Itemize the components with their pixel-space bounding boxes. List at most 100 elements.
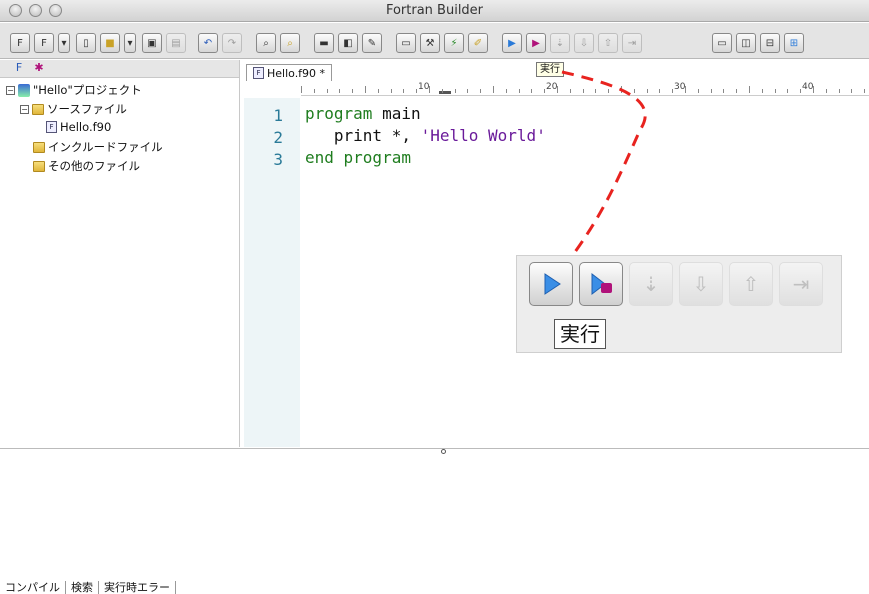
ruler-tick [569, 89, 571, 93]
ruler-tick [365, 86, 366, 93]
tree-item-source-folder[interactable]: − ソースファイル [20, 101, 127, 117]
window-icon[interactable]: ▭ [396, 33, 416, 53]
dropdown-icon[interactable]: ▾ [58, 33, 70, 53]
tree-item-hello-f90[interactable]: F Hello.f90 [46, 120, 111, 134]
open-project-icon[interactable]: F [34, 33, 54, 53]
ruler-tick [505, 89, 507, 93]
compile-icon[interactable]: ▬ [314, 33, 334, 53]
run-to-cursor-icon[interactable]: ⇥ [779, 262, 823, 306]
find-icon[interactable]: ⌕ [256, 33, 276, 53]
ruler-tick [697, 89, 699, 93]
ruler-tick [672, 89, 674, 93]
window-title: Fortran Builder [385, 3, 484, 18]
debug-run-icon[interactable]: ▶ [526, 33, 546, 53]
ruler-tick [339, 89, 341, 93]
ruler-tick [787, 89, 789, 93]
tree-tabs: F ✱ [0, 60, 239, 78]
new-project-icon[interactable]: F [10, 33, 30, 53]
tree-item-other-folder[interactable]: その他のファイル [33, 158, 140, 174]
build-icon[interactable]: ◧ [338, 33, 358, 53]
ruler-tick [582, 89, 584, 93]
wand-icon[interactable]: ⚡ [444, 33, 464, 53]
ruler-tick [377, 89, 379, 93]
zoomed-toolbar-callout: ⇣ ⇩ ⇧ ⇥ 実行 [516, 255, 842, 353]
ruler-tick [441, 89, 443, 93]
ruler-tick [544, 89, 546, 93]
print-icon[interactable]: ▤ [166, 33, 186, 53]
project-icon [18, 83, 30, 97]
layout-vertical-icon[interactable]: ◫ [736, 33, 756, 53]
editor-tab-hello-f90[interactable]: F Hello.f90 * [246, 64, 333, 81]
ruler-mark: 10 [418, 82, 430, 92]
ruler-tick [761, 89, 763, 93]
dropdown-icon[interactable]: ▾ [124, 33, 136, 53]
line-number: 1 [273, 106, 283, 125]
redo-icon[interactable]: ↷ [222, 33, 242, 53]
fortran-file-icon: F [46, 121, 57, 133]
tree-item-include-folder[interactable]: インクルードファイル [33, 139, 163, 155]
ruler-tick [531, 89, 533, 93]
step-out-icon[interactable]: ⇧ [729, 262, 773, 306]
cursor-column-marker [439, 91, 451, 94]
ruler-tick [723, 89, 725, 93]
layout-horizontal-icon[interactable]: ⊟ [760, 33, 780, 53]
code-line[interactable]: print *, 'Hello World' [305, 126, 546, 145]
ruler-tick [710, 89, 712, 93]
code-line[interactable]: end program [305, 148, 411, 167]
ruler-tick [403, 89, 405, 93]
column-ruler: 10 20 30 40 [301, 82, 869, 96]
run-icon[interactable]: ▶ [502, 33, 522, 53]
project-tab-icon[interactable]: F [10, 61, 28, 77]
fortran-file-icon: F [253, 67, 264, 79]
undo-icon[interactable]: ↶ [198, 33, 218, 53]
ruler-tick [557, 86, 558, 93]
ruler-mark: 30 [674, 82, 686, 92]
step-into-icon[interactable]: ⇩ [679, 262, 723, 306]
ruler-tick [480, 89, 482, 93]
output-panel [0, 448, 869, 594]
tab-runtime-errors[interactable]: 実行時エラー [99, 581, 176, 594]
run-to-cursor-icon[interactable]: ⇥ [622, 33, 642, 53]
save-icon[interactable]: ▣ [142, 33, 162, 53]
layout-single-icon[interactable]: ▭ [712, 33, 732, 53]
ruler-tick [813, 86, 814, 93]
ruler-mark: 20 [546, 82, 558, 92]
tab-search[interactable]: 検索 [66, 581, 99, 594]
ruler-tick [633, 89, 635, 93]
ruler-tick [825, 89, 827, 93]
step-over-icon[interactable]: ⇣ [629, 262, 673, 306]
layout-grid-icon[interactable]: ⊞ [784, 33, 804, 53]
tab-compile[interactable]: コンパイル [0, 581, 66, 594]
new-file-icon[interactable]: ▯ [76, 33, 96, 53]
code-line[interactable]: program main [305, 104, 421, 123]
zoomed-run-tooltip: 実行 [554, 319, 606, 349]
debug-run-icon[interactable] [579, 262, 623, 306]
folder-icon [33, 160, 45, 172]
run-icon[interactable] [529, 262, 573, 306]
ruler-tick [390, 89, 392, 93]
collapse-icon[interactable]: − [20, 104, 29, 114]
ruler-mark: 40 [802, 82, 814, 92]
replace-icon[interactable]: ⌕ [280, 33, 300, 53]
options-icon[interactable]: ✎ [362, 33, 382, 53]
ruler-tick [659, 89, 661, 93]
ruler-tick [774, 89, 776, 93]
collapse-icon[interactable]: − [6, 85, 15, 95]
tree-item-project[interactable]: − "Hello"プロジェクト [6, 82, 142, 98]
ruler-tick [864, 89, 866, 93]
folder-icon [32, 103, 44, 115]
broom-icon[interactable]: ✐ [468, 33, 488, 53]
step-out-icon[interactable]: ⇧ [598, 33, 618, 53]
open-file-icon[interactable]: ■ [100, 33, 120, 53]
debug-tab-icon[interactable]: ✱ [30, 61, 48, 77]
folder-icon [33, 141, 45, 153]
title-bar: Fortran Builder [0, 0, 869, 22]
ruler-tick [313, 89, 315, 93]
step-into-icon[interactable]: ⇩ [574, 33, 594, 53]
output-tabs: コンパイル 検索 実行時エラー [0, 581, 176, 594]
tools-icon[interactable]: ⚒ [420, 33, 440, 53]
splitter-handle[interactable] [441, 449, 446, 454]
step-over-icon[interactable]: ⇣ [550, 33, 570, 53]
ruler-tick [416, 89, 418, 93]
ruler-tick [467, 89, 469, 93]
